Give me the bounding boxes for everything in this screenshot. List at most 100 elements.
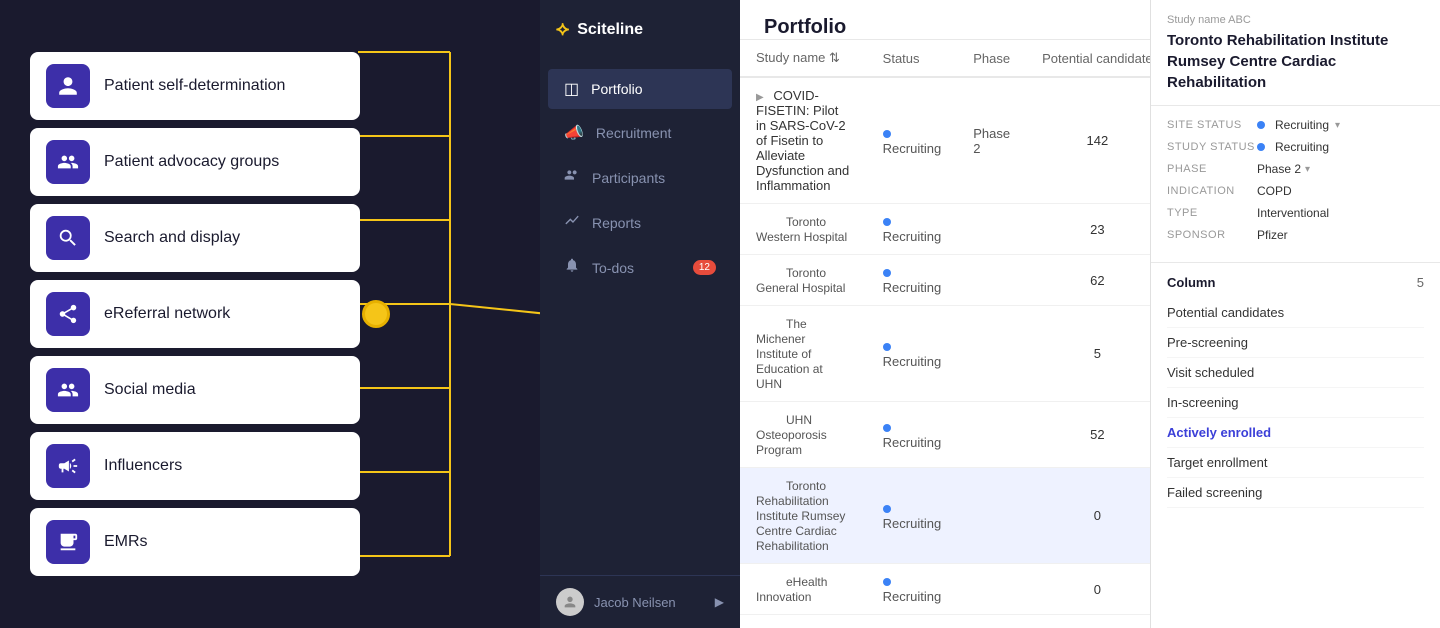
study-name-cell: Toronto General Hospital — [740, 255, 867, 306]
detail-panel: Study name ABC Toronto Rehabilitation In… — [1150, 0, 1440, 628]
center-connector-dot — [362, 300, 390, 328]
type-row: TYPE Interventional — [1167, 206, 1424, 220]
status-text: Recruiting — [883, 435, 942, 450]
todos-badge: 12 — [693, 260, 716, 275]
social-media-icon — [46, 368, 90, 412]
potential-cell: 0 — [1026, 564, 1150, 615]
study-name-cell: Toronto Rehabilitation Institute Rumsey … — [740, 468, 867, 564]
detail-col-item[interactable]: In-screening — [1167, 388, 1424, 418]
phase-row: PHASE Phase 2 ▾ — [1167, 162, 1424, 176]
study-status-row: STUDY STATUS Recruiting — [1167, 140, 1424, 154]
status-cell: Recruiting — [867, 255, 958, 306]
portfolio-title: Portfolio — [764, 16, 846, 38]
sidebar-nav: ◫ Portfolio 📣 Recruitment Participants R… — [540, 59, 740, 575]
table-row[interactable]: Toronto Western Hospital Recruiting 23 — [740, 204, 1150, 255]
flow-node-ereferral-network-label: eReferral network — [104, 305, 230, 323]
indication-row: INDICATION COPD — [1167, 184, 1424, 198]
detail-study-name-label: Study name ABC — [1151, 0, 1440, 30]
study-table: Study name ⇅ Status Phase Potential cand… — [740, 40, 1150, 628]
study-name-text: UHN Osteoporosis Program — [756, 413, 827, 457]
detail-study-title: Toronto Rehabilitation Institute Rumsey … — [1151, 30, 1440, 106]
detail-columns-title: Column — [1167, 275, 1215, 290]
th-phase: Phase — [957, 40, 1026, 77]
phase-cell — [957, 306, 1026, 402]
potential-cell: 142 — [1026, 77, 1150, 204]
detail-col-item[interactable]: Pre-screening — [1167, 328, 1424, 358]
sidebar-item-participants[interactable]: Participants — [548, 157, 732, 198]
flow-node-search-and-display-label: Search and display — [104, 229, 240, 247]
flow-node-emrs-label: EMRs — [104, 533, 148, 551]
th-potential: Potential candidate — [1026, 40, 1150, 77]
phase-cell: Phase 2 — [957, 615, 1026, 628]
expand-icon[interactable]: ▶ — [756, 92, 764, 103]
table-row[interactable]: UHN Osteoporosis Program Recruiting 52 — [740, 402, 1150, 468]
status-cell: Recruiting — [867, 306, 958, 402]
sidebar-item-portfolio[interactable]: ◫ Portfolio — [548, 69, 732, 109]
potential-cell: 5 — [1026, 306, 1150, 402]
status-dot — [883, 505, 891, 513]
logo-text: Sciteline — [577, 21, 643, 39]
todos-icon — [564, 257, 580, 278]
ereferral-network-icon — [46, 292, 90, 336]
flow-node-patient-self-determination[interactable]: Patient self-determination — [30, 52, 360, 120]
detail-col-item[interactable]: Potential candidates — [1167, 298, 1424, 328]
flow-node-influencers[interactable]: Influencers — [30, 432, 360, 500]
sidebar-item-reports[interactable]: Reports — [548, 202, 732, 243]
sidebar-item-todos[interactable]: To-dos 12 — [548, 247, 732, 288]
sidebar-item-portfolio-label: Portfolio — [591, 81, 642, 97]
detail-col-item[interactable]: Failed screening — [1167, 478, 1424, 508]
site-status-dropdown[interactable]: ▾ — [1335, 120, 1340, 131]
table-row[interactable]: Toronto Rehabilitation Institute Rumsey … — [740, 468, 1150, 564]
sponsor-row: SPONSOR Pfizer — [1167, 228, 1424, 242]
detail-columns-count: 5 — [1417, 275, 1424, 290]
table-row[interactable]: The Michener Institute of Education at U… — [740, 306, 1150, 402]
study-status-key: STUDY STATUS — [1167, 141, 1257, 153]
status-cell: Recruiting — [867, 564, 958, 615]
study-name-text: Toronto Rehabilitation Institute Rumsey … — [756, 479, 845, 553]
phase-key: PHASE — [1167, 163, 1257, 175]
influencers-icon — [46, 444, 90, 488]
status-text: Recruiting — [883, 280, 942, 295]
status-text: Recruiting — [883, 354, 942, 369]
flow-diagram-panel: Patient self-determination Patient advoc… — [0, 0, 540, 628]
phase-cell — [957, 255, 1026, 306]
detail-columns-header: Column 5 — [1167, 275, 1424, 290]
table-row[interactable]: ▶ Dexamethasone for COVID-19 Recruiting … — [740, 615, 1150, 628]
flow-node-patient-self-determination-label: Patient self-determination — [104, 77, 285, 95]
flow-node-search-and-display[interactable]: Search and display — [30, 204, 360, 272]
flow-node-patient-advocacy-groups[interactable]: Patient advocacy groups — [30, 128, 360, 196]
detail-columns: Column 5 Potential candidatesPre-screeni… — [1151, 263, 1440, 520]
status-text: Recruiting — [883, 229, 942, 244]
sidebar-item-recruitment[interactable]: 📣 Recruitment — [548, 113, 732, 153]
sidebar-item-recruitment-label: Recruitment — [596, 125, 671, 141]
indication-val: COPD — [1257, 184, 1292, 198]
study-name-text: eHealth Innovation — [756, 575, 827, 604]
flow-node-emrs[interactable]: EMRs — [30, 508, 360, 576]
phase-val[interactable]: Phase 2 ▾ — [1257, 162, 1310, 176]
flow-node-social-media[interactable]: Social media — [30, 356, 360, 424]
portfolio-table[interactable]: Study name ⇅ Status Phase Potential cand… — [740, 40, 1150, 628]
detail-col-item[interactable]: Target enrollment — [1167, 448, 1424, 478]
table-row[interactable]: Toronto General Hospital Recruiting 62 — [740, 255, 1150, 306]
th-status: Status — [867, 40, 958, 77]
flow-node-social-media-label: Social media — [104, 381, 196, 399]
table-header-row: Study name ⇅ Status Phase Potential cand… — [740, 40, 1150, 77]
table-row[interactable]: ▶ COVID-FISETIN: Pilot in SARS-CoV-2 of … — [740, 77, 1150, 204]
table-row[interactable]: eHealth Innovation Recruiting 0 — [740, 564, 1150, 615]
flow-node-ereferral-network[interactable]: eReferral network — [30, 280, 360, 348]
site-status-val: Recruiting ▾ — [1257, 118, 1340, 132]
th-study-name[interactable]: Study name ⇅ — [740, 40, 867, 77]
search-and-display-icon — [46, 216, 90, 260]
sidebar-logo: ⟡ Sciteline — [540, 0, 740, 59]
potential-cell: 62 — [1026, 255, 1150, 306]
site-status-row: SITE STATUS Recruiting ▾ — [1167, 118, 1424, 132]
status-text: Recruiting — [883, 141, 942, 156]
phase-cell — [957, 468, 1026, 564]
detail-col-item[interactable]: Actively enrolled — [1167, 418, 1424, 448]
detail-col-item[interactable]: Visit scheduled — [1167, 358, 1424, 388]
logo-icon: ⟡ — [556, 18, 569, 41]
study-name-cell: eHealth Innovation — [740, 564, 867, 615]
study-name-text: Toronto General Hospital — [756, 266, 845, 295]
status-dot — [883, 269, 891, 277]
study-name-cell: Toronto Western Hospital — [740, 204, 867, 255]
